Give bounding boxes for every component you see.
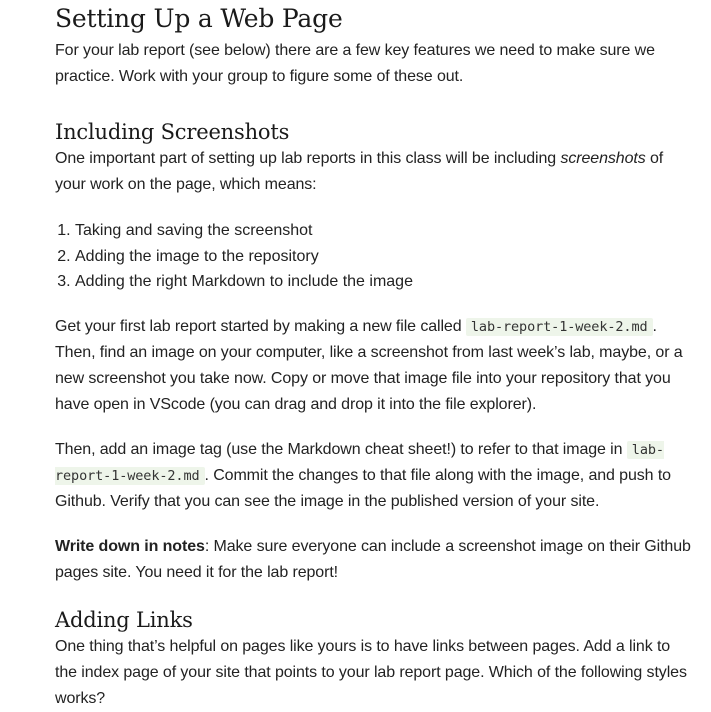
list-item: Adding the right Markdown to include the… [75,269,695,295]
first-report-paragraph: Get your first lab report started by mak… [55,314,695,418]
screenshots-heading: Including Screenshots [55,120,290,144]
list-item: Taking and saving the screenshot [75,218,695,244]
page-title: Setting Up a Web Page [55,4,343,33]
notes-paragraph: Write down in notes: Make sure everyone … [55,534,695,586]
notes-label: Write down in notes [55,537,205,555]
screenshots-intro: One important part of setting up lab rep… [55,146,695,198]
screenshots-emphasis: screenshots [560,150,646,167]
image-tag-paragraph: Then, add an image tag (use the Markdown… [55,437,695,515]
screenshots-intro-text: One important part of setting up lab rep… [55,150,561,167]
paragraph-text: Then, add an image tag (use the Markdown… [55,440,627,458]
links-intro: One thing that’s helpful on pages like y… [55,637,687,707]
main-content: Setting Up a Web Page For your lab repor… [55,0,695,712]
paragraph-text: Get your first lab report started by mak… [55,317,466,335]
intro-paragraph: For your lab report (see below) there ar… [55,42,655,85]
links-heading: Adding Links [55,607,193,632]
filename-code: lab-report-1-week-2.md [465,317,653,336]
list-item: Adding the image to the repository [75,244,695,270]
steps-list: Taking and saving the screenshot Adding … [55,218,695,295]
